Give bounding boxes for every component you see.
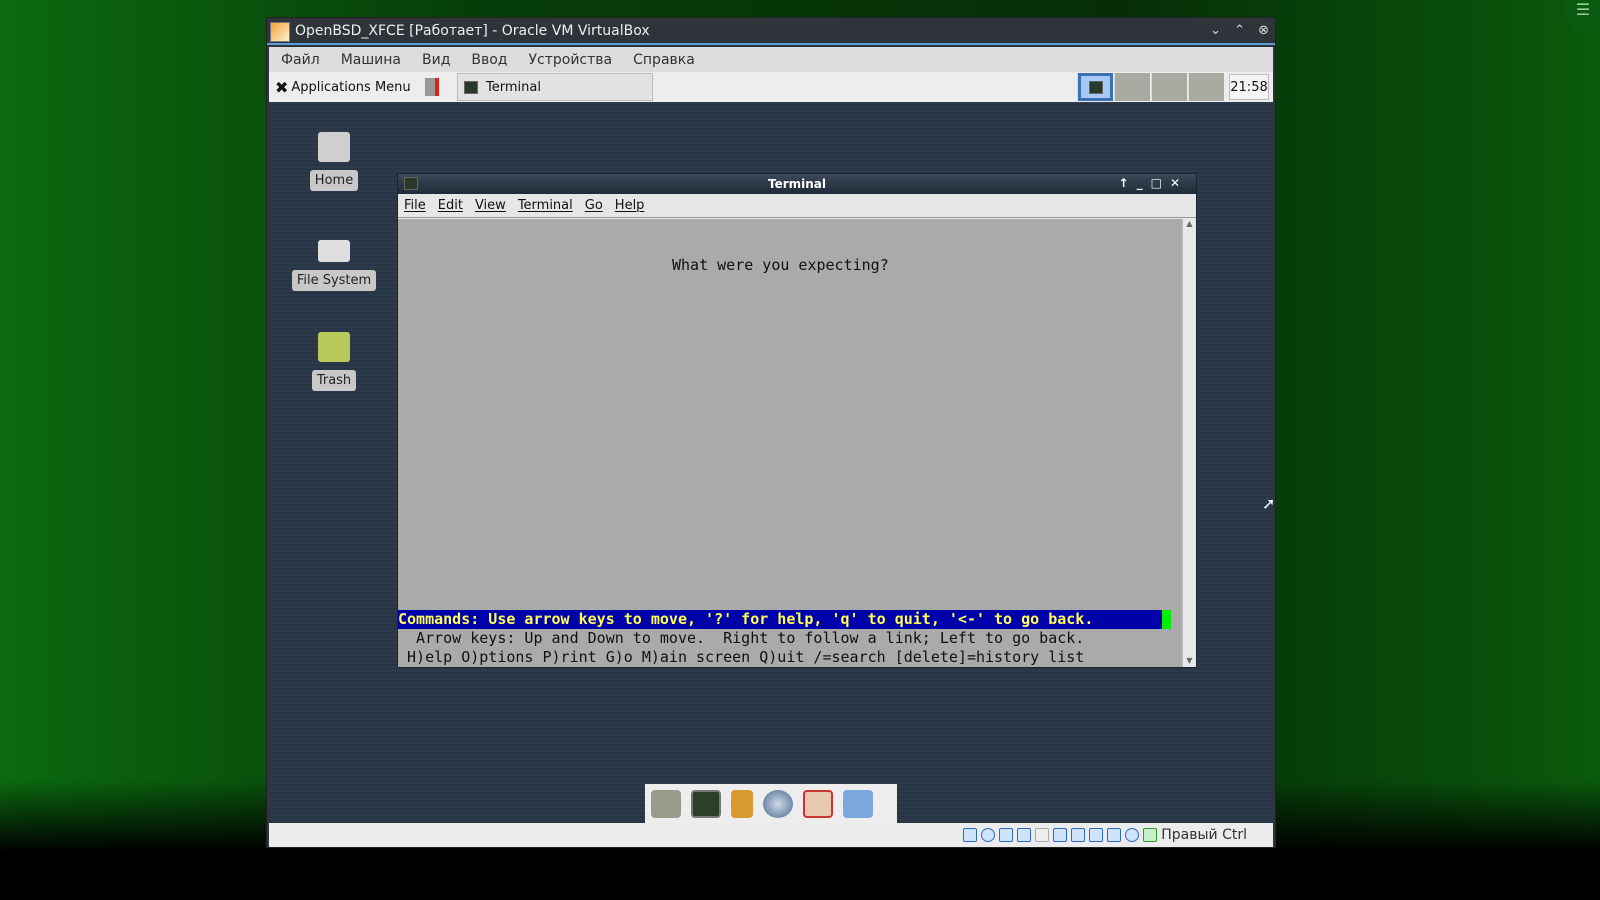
menu-machine[interactable]: Машина bbox=[329, 52, 410, 68]
virtualbox-icon bbox=[270, 22, 290, 42]
term-menu-help[interactable]: Help bbox=[615, 198, 645, 213]
terminal-icon bbox=[404, 177, 418, 190]
menu-help[interactable]: Справка bbox=[621, 52, 704, 68]
keyboard-capture-icon[interactable] bbox=[1143, 828, 1158, 842]
audio-icon[interactable] bbox=[999, 828, 1014, 842]
cpu-icon[interactable] bbox=[1107, 828, 1122, 842]
menu-devices[interactable]: Устройства bbox=[517, 52, 622, 68]
xfce-mouse-icon: ✖ bbox=[275, 77, 289, 97]
clock: 21:58 bbox=[1229, 74, 1269, 100]
term-menu-terminal[interactable]: Terminal bbox=[518, 198, 573, 213]
term-menu-file[interactable]: File bbox=[404, 198, 426, 213]
mouse-integration-icon[interactable] bbox=[1125, 828, 1140, 842]
terminal-menubar: File Edit View Terminal Go Help bbox=[398, 194, 1196, 218]
terminal-content[interactable]: What were you expecting? Commands: Use a… bbox=[398, 219, 1183, 667]
minimize-icon[interactable]: ⌄ bbox=[1210, 23, 1221, 38]
web-browser-icon[interactable] bbox=[763, 790, 793, 818]
term-menu-edit[interactable]: Edit bbox=[438, 198, 463, 213]
vbox-statusbar: Правый Ctrl bbox=[269, 823, 1273, 847]
taskbar-terminal-label: Terminal bbox=[486, 79, 541, 95]
vbox-title: OpenBSD_XFCE [Работает] - Oracle VM Virt… bbox=[295, 22, 650, 39]
applications-menu-label: Applications Menu bbox=[291, 79, 411, 95]
terminal-title: Terminal bbox=[767, 177, 827, 191]
workspace-1[interactable] bbox=[1077, 73, 1113, 101]
optical-drive-icon[interactable] bbox=[981, 828, 996, 842]
mouse-pointer-icon: ➚ bbox=[1262, 494, 1276, 513]
taskbar-terminal[interactable]: Terminal bbox=[457, 73, 653, 101]
vbox-titlebar: OpenBSD_XFCE [Работает] - Oracle VM Virt… bbox=[267, 18, 1275, 45]
vbox-menubar: Файл Машина Вид Ввод Устройства Справка bbox=[269, 47, 1273, 72]
xfce-panel: ✖ Applications Menu Terminal 21:58 bbox=[269, 72, 1273, 102]
show-desktop-icon[interactable] bbox=[651, 790, 681, 818]
logout-icon[interactable] bbox=[425, 78, 439, 96]
workspace-2[interactable] bbox=[1114, 73, 1150, 101]
usb-icon[interactable] bbox=[1035, 828, 1050, 842]
desktop-icon-trash[interactable]: Trash bbox=[289, 332, 379, 391]
network-icon[interactable] bbox=[1017, 828, 1032, 842]
drive-icon bbox=[318, 240, 350, 262]
cursor bbox=[1162, 610, 1171, 629]
menu-input[interactable]: Ввод bbox=[459, 52, 516, 68]
term-menu-go[interactable]: Go bbox=[585, 198, 603, 213]
hdd-icon[interactable] bbox=[963, 828, 978, 842]
home-folder-icon bbox=[318, 132, 350, 162]
menu-view[interactable]: Вид bbox=[410, 52, 459, 68]
term-menu-view[interactable]: View bbox=[475, 198, 506, 213]
host-menu-icon[interactable]: ☰ bbox=[1566, 0, 1600, 30]
home-label: Home bbox=[309, 170, 359, 191]
scrollbar[interactable]: ▲ ▼ bbox=[1182, 219, 1196, 667]
terminal-launcher-icon[interactable] bbox=[691, 790, 721, 818]
file-manager-icon[interactable] bbox=[731, 790, 753, 818]
dock bbox=[645, 784, 897, 824]
menu-file[interactable]: Файл bbox=[269, 52, 329, 68]
page-text: What were you expecting? bbox=[672, 256, 889, 274]
desktop-icon-home[interactable]: Home bbox=[289, 132, 379, 191]
workspace-4[interactable] bbox=[1188, 73, 1224, 101]
trash-label: Trash bbox=[311, 370, 357, 391]
display-icon[interactable] bbox=[1071, 828, 1086, 842]
window-controls[interactable]: ↑_□✕ bbox=[1119, 176, 1188, 190]
terminal-icon bbox=[464, 80, 478, 94]
desktop: Home File System Trash Terminal ↑_□✕ Fil… bbox=[269, 102, 1273, 824]
help-line-arrows: Arrow keys: Up and Down to move. Right t… bbox=[398, 629, 1085, 647]
trash-icon bbox=[318, 332, 350, 362]
terminal-window: Terminal ↑_□✕ File Edit View Terminal Go… bbox=[397, 173, 1197, 668]
app-finder-icon[interactable] bbox=[803, 790, 833, 818]
maximize-icon[interactable]: ⌃ bbox=[1234, 23, 1245, 38]
filesystem-label: File System bbox=[291, 270, 377, 291]
help-line-keys: H)elp O)ptions P)rint G)o M)ain screen Q… bbox=[398, 648, 1085, 666]
virtualbox-window: OpenBSD_XFCE [Работает] - Oracle VM Virt… bbox=[266, 17, 1276, 848]
close-icon[interactable]: ⊗ bbox=[1258, 23, 1269, 38]
recording-icon[interactable] bbox=[1089, 828, 1104, 842]
shared-folders-icon[interactable] bbox=[1053, 828, 1068, 842]
applications-menu-button[interactable]: ✖ Applications Menu bbox=[269, 78, 411, 97]
terminal-titlebar[interactable]: Terminal ↑_□✕ bbox=[398, 174, 1196, 194]
lynx-status-line: Commands: Use arrow keys to move, '?' fo… bbox=[398, 610, 1162, 629]
workspace-3[interactable] bbox=[1151, 73, 1187, 101]
desktop-icon-filesystem[interactable]: File System bbox=[289, 232, 379, 291]
folder-icon[interactable] bbox=[843, 790, 873, 818]
host-key-label: Правый Ctrl bbox=[1161, 827, 1247, 843]
